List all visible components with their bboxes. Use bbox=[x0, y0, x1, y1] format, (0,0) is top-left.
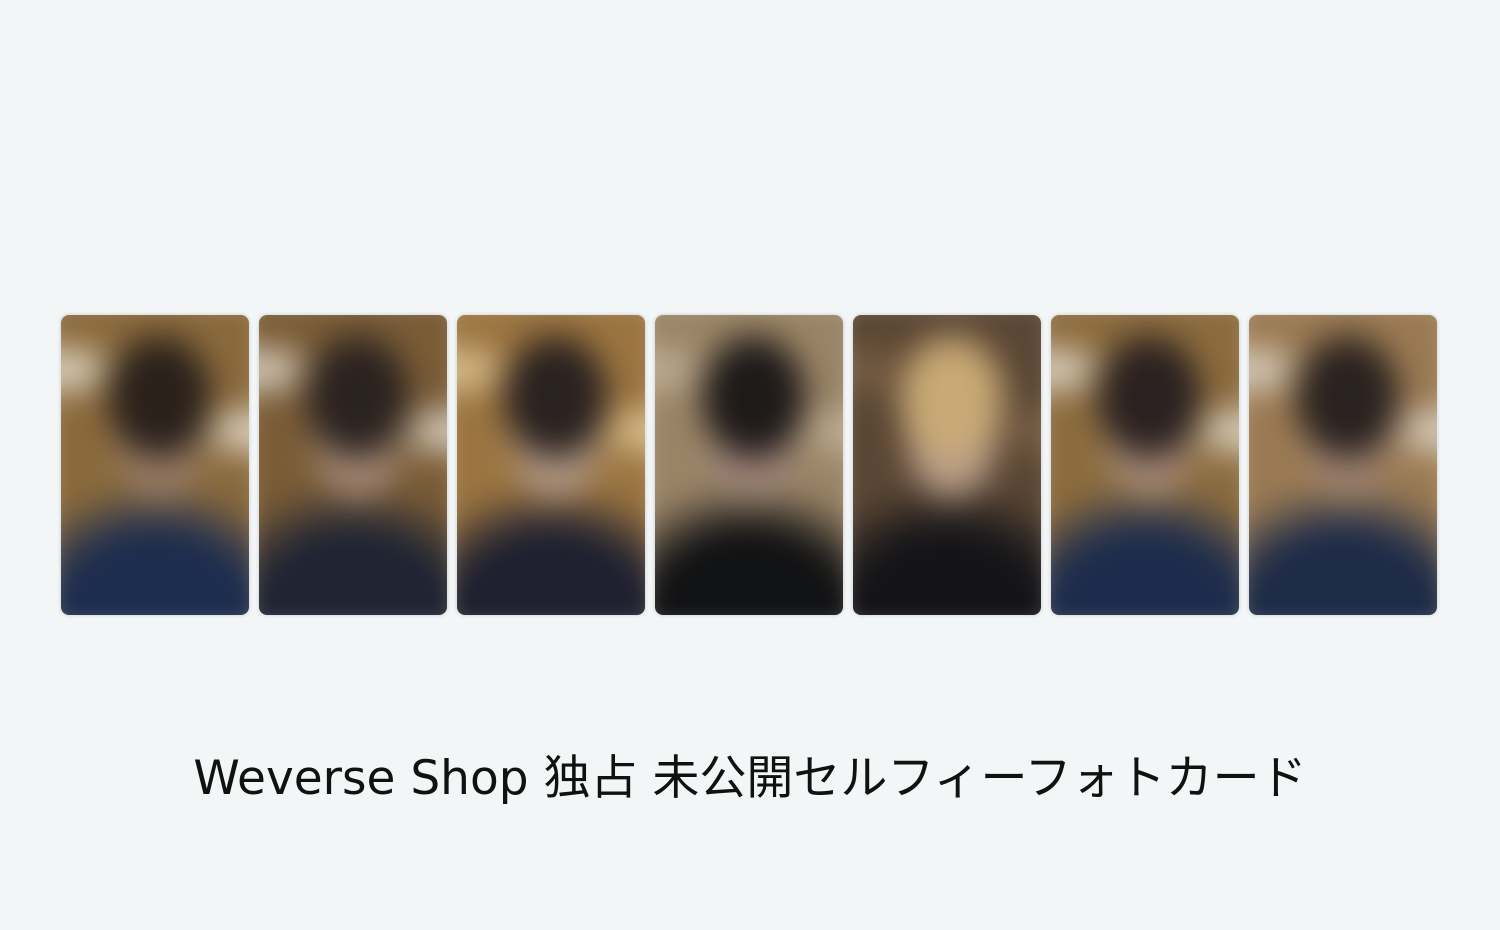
photocard bbox=[1249, 315, 1437, 615]
photocard-row bbox=[61, 315, 1437, 615]
caption: Weverse Shop 独占 未公開セルフィーフォトカード bbox=[193, 751, 1307, 806]
photocard bbox=[1051, 315, 1239, 615]
photocard bbox=[61, 315, 249, 615]
photocard bbox=[655, 315, 843, 615]
photocard bbox=[457, 315, 645, 615]
photocard bbox=[853, 315, 1041, 615]
photocard bbox=[259, 315, 447, 615]
